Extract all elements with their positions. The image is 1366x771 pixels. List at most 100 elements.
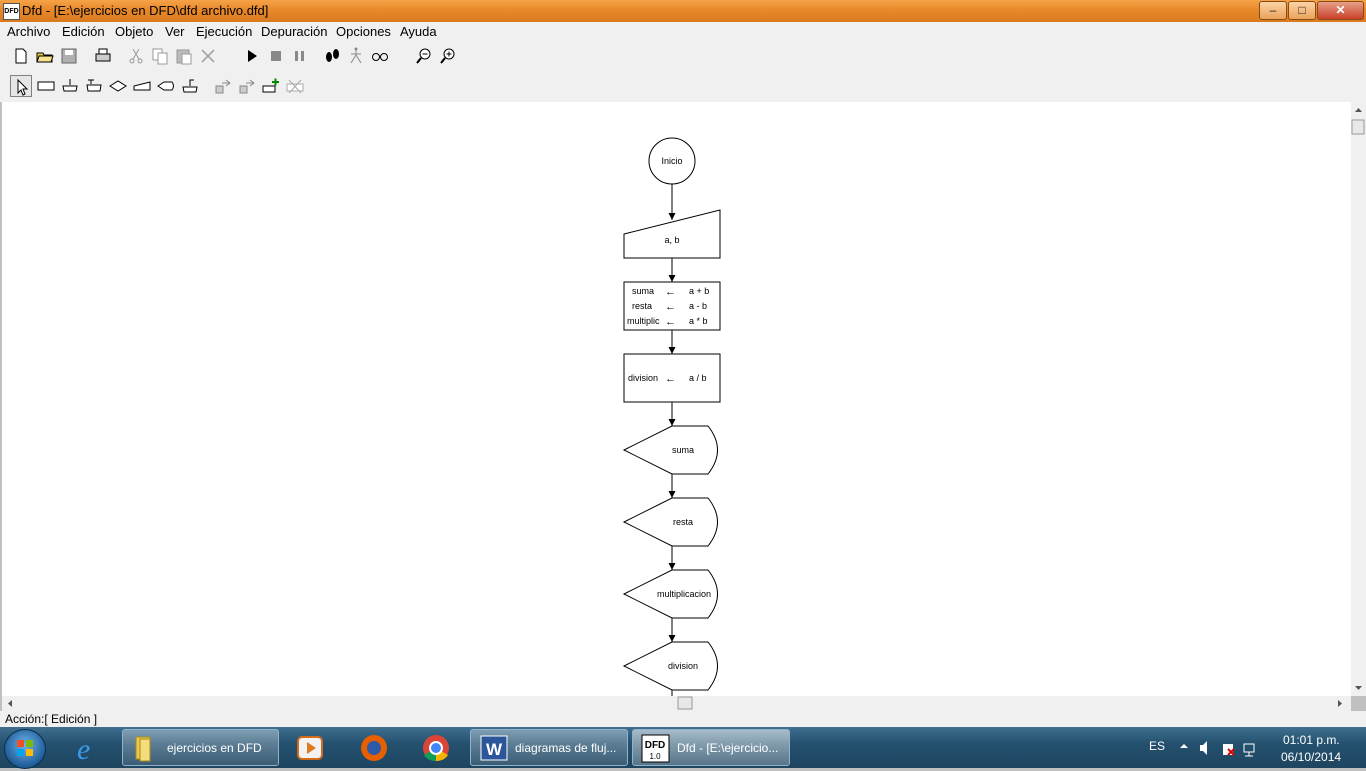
vertical-scrollbar[interactable] xyxy=(1351,102,1366,696)
status-text: Acción:[ Edición ] xyxy=(5,712,98,726)
output-node-suma[interactable]: suma xyxy=(622,425,718,475)
menu-opciones[interactable]: Opciones xyxy=(336,24,391,39)
output-label: resta xyxy=(673,517,693,527)
taskbar-item-label: ejercicios en DFD xyxy=(167,741,262,755)
clock-time[interactable]: 01:01 p.m. xyxy=(1283,733,1340,747)
start-button[interactable] xyxy=(4,729,46,769)
language-indicator[interactable]: ES xyxy=(1149,739,1165,753)
assign-var: multiplic xyxy=(627,316,660,326)
assign-var: division xyxy=(628,373,658,383)
tray-icons xyxy=(1180,741,1255,757)
window-title: Dfd - [E:\ejercicios en DFD\dfd archivo.… xyxy=(22,3,269,18)
assignment-node-2[interactable]: division ← a / b xyxy=(623,353,721,403)
menu-depuracion[interactable]: Depuración xyxy=(261,24,328,39)
assign-arrow: ← xyxy=(665,316,676,328)
step-icon[interactable] xyxy=(321,45,343,67)
assign-expr: a + b xyxy=(689,286,709,296)
assign-expr: a * b xyxy=(689,316,708,326)
start-node[interactable]: Inicio xyxy=(648,137,696,185)
firefox-pin[interactable] xyxy=(346,729,402,766)
horizontal-scroll-thumb[interactable] xyxy=(677,696,693,710)
zoom-in-icon[interactable] xyxy=(437,45,459,67)
output-label: suma xyxy=(672,445,694,455)
cursor-icon[interactable] xyxy=(10,75,32,97)
assign-expr: a / b xyxy=(689,373,707,383)
status-bar: Acción:[ Edición ] xyxy=(0,711,1366,727)
assign-var: suma xyxy=(632,286,654,296)
trace-icon[interactable] xyxy=(345,45,367,67)
svg-text:1.0: 1.0 xyxy=(649,752,661,761)
menu-ayuda[interactable]: Ayuda xyxy=(400,24,437,39)
chrome-icon xyxy=(423,735,449,762)
word-icon: W xyxy=(480,735,508,761)
assignment-icon[interactable] xyxy=(35,75,57,97)
zoom-out-icon[interactable] xyxy=(413,45,435,67)
watch-icon[interactable] xyxy=(369,45,391,67)
delete-icon[interactable] xyxy=(197,45,219,67)
taskbar-item-explorer[interactable]: ejercicios en DFD xyxy=(122,729,279,766)
main-toolbar xyxy=(0,42,1366,72)
media-player-pin[interactable] xyxy=(283,729,339,766)
assign-expr: a - b xyxy=(689,301,707,311)
insert-icon-2[interactable] xyxy=(236,75,258,97)
output-icon[interactable] xyxy=(155,75,177,97)
media-player-icon xyxy=(297,736,323,760)
flowchart-canvas[interactable]: Inicio a, b suma ← a + b resta ← a - b m… xyxy=(2,102,1351,696)
title-bar: DFD Dfd - [E:\ejercicios en DFD\dfd arch… xyxy=(0,0,1366,23)
decision-icon[interactable] xyxy=(107,75,129,97)
volume-icon[interactable] xyxy=(1200,741,1207,755)
stop-icon[interactable] xyxy=(265,45,287,67)
paste-icon[interactable] xyxy=(173,45,195,67)
run-icon[interactable] xyxy=(241,45,263,67)
assignment-node-1[interactable]: suma ← a + b resta ← a - b multiplic ← a… xyxy=(623,281,721,331)
menu-ejecucion[interactable]: Ejecución xyxy=(196,24,252,39)
taskbar-item-label: diagramas de fluj... xyxy=(515,741,617,755)
output-node-division[interactable]: division xyxy=(622,641,718,691)
horizontal-scrollbar[interactable] xyxy=(2,696,1351,711)
insert-icon-1[interactable] xyxy=(212,75,234,97)
close-button[interactable]: ✕ xyxy=(1317,1,1364,20)
chrome-pin[interactable] xyxy=(408,729,464,766)
remove-object-icon[interactable] xyxy=(284,75,306,97)
minimize-button[interactable]: ‒ xyxy=(1259,1,1287,20)
output-label: multiplicacion xyxy=(657,589,711,599)
new-file-icon[interactable] xyxy=(10,45,32,67)
print-icon[interactable] xyxy=(92,45,114,67)
folder-icon xyxy=(135,736,151,762)
maximize-button[interactable]: □ xyxy=(1288,1,1316,20)
clock-date[interactable]: 06/10/2014 xyxy=(1281,750,1341,764)
output-node-resta[interactable]: resta xyxy=(622,497,718,547)
assign-arrow: ← xyxy=(665,301,676,313)
scroll-right-icon[interactable] xyxy=(1338,700,1342,707)
menu-edicion[interactable]: Edición xyxy=(62,24,105,39)
subprogram-icon[interactable] xyxy=(179,75,201,97)
scroll-down-icon[interactable] xyxy=(1355,686,1362,690)
taskbar-item-word[interactable]: W diagramas de fluj... xyxy=(470,729,628,766)
taskbar-item-dfd[interactable]: DFD 1.0 Dfd - [E:\ejercicio... xyxy=(632,729,790,766)
assign-arrow: ← xyxy=(665,286,676,298)
cut-icon[interactable] xyxy=(125,45,147,67)
object-toolbar xyxy=(0,72,1366,102)
scroll-up-icon[interactable] xyxy=(1355,108,1362,112)
internet-explorer-pin[interactable]: e xyxy=(62,729,118,766)
menu-archivo[interactable]: Archivo xyxy=(7,24,50,39)
assign-var: resta xyxy=(632,301,652,311)
menu-ver[interactable]: Ver xyxy=(165,24,185,39)
network-icon[interactable] xyxy=(1243,743,1255,753)
menu-objeto[interactable]: Objeto xyxy=(115,24,153,39)
save-icon[interactable] xyxy=(58,45,80,67)
output-node-multiplicacion[interactable]: multiplicacion xyxy=(622,569,718,619)
loop-icon[interactable] xyxy=(83,75,105,97)
svg-text:DFD: DFD xyxy=(645,740,666,751)
copy-icon[interactable] xyxy=(149,45,171,67)
vertical-scroll-thumb[interactable] xyxy=(1351,119,1365,135)
open-folder-icon[interactable] xyxy=(34,45,56,67)
scroll-left-icon[interactable] xyxy=(8,700,12,707)
svg-text:W: W xyxy=(486,740,503,759)
pause-icon[interactable] xyxy=(289,45,311,67)
start-label: Inicio xyxy=(661,156,682,166)
read-icon[interactable] xyxy=(59,75,81,97)
show-hidden-icon[interactable] xyxy=(1180,744,1188,748)
input-icon[interactable] xyxy=(131,75,153,97)
add-object-icon[interactable] xyxy=(260,75,282,97)
